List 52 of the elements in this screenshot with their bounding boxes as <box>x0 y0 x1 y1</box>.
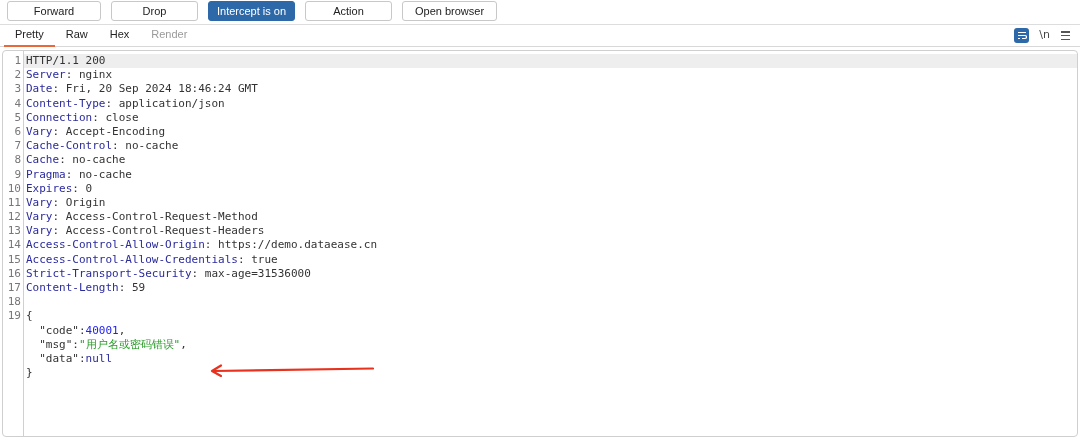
line-number: 3 <box>14 82 21 97</box>
code-line: Access-Control-Allow-Origin: https://demo.dataease.cn <box>26 238 377 252</box>
line-number: 1 <box>14 54 21 69</box>
code-line: Connection: close <box>26 110 139 124</box>
toolbar-button[interactable]: Open browser <box>402 1 497 21</box>
line-number: 7 <box>14 139 21 154</box>
code-line: "code":40001, <box>38 323 126 337</box>
code-line: Strict-Transport-Security: max-age=31536000 <box>26 266 311 280</box>
newline-toggle[interactable]: \n <box>1038 27 1051 44</box>
line-number: 16 <box>7 266 21 281</box>
line-number: 10 <box>7 181 21 196</box>
line-number: 5 <box>14 110 21 125</box>
line-number: 2 <box>14 68 21 83</box>
toolbar-button[interactable]: Drop <box>111 1 198 21</box>
line-number: 15 <box>7 252 21 267</box>
code-line: Vary: Access-Control-Request-Method <box>26 210 258 224</box>
line-number: 19 <box>7 309 21 324</box>
view-tab[interactable]: Raw <box>54 24 99 47</box>
code-line: Pragma: no-cache <box>26 167 132 181</box>
menu-icon[interactable] <box>1061 31 1070 40</box>
line-number: 12 <box>7 210 21 225</box>
toolbar-button[interactable]: Intercept is on <box>208 1 295 21</box>
code-line: Cache-Control: no-cache <box>26 139 179 153</box>
line-number: 8 <box>14 153 21 168</box>
code-line: "data":null <box>38 351 113 365</box>
code-line: Server: nginx <box>26 68 113 82</box>
code-line: HTTP/1.1 200 <box>26 54 106 67</box>
code-line: Cache: no-cache <box>26 153 126 167</box>
line-number: 9 <box>14 167 21 182</box>
view-tab[interactable]: Pretty <box>4 24 55 47</box>
line-number: 4 <box>14 96 21 111</box>
line-number: 6 <box>14 124 21 140</box>
line-number: 13 <box>7 224 21 239</box>
code-line: "msg":"用户名或密码错误", <box>38 337 187 351</box>
code-line: Vary: Origin <box>26 195 106 209</box>
wrap-lines-icon[interactable] <box>1014 28 1030 43</box>
code-line: { <box>26 309 33 323</box>
code-line: Date: Fri, 20 Sep 2024 18:46:24 GMT <box>26 82 258 96</box>
code-line: Access-Control-Allow-Credentials: true <box>26 252 278 266</box>
view-tab[interactable]: Hex <box>98 24 141 47</box>
line-number: 14 <box>7 238 21 253</box>
code-line: } <box>26 366 33 380</box>
code-line: Vary: Accept-Encoding <box>26 124 166 138</box>
code-line: Vary: Access-Control-Request-Headers <box>26 224 265 238</box>
line-number: 18 <box>7 295 21 310</box>
line-number: 11 <box>7 195 21 211</box>
code-line: Content-Length: 59 <box>26 281 146 294</box>
toolbar-button[interactable]: Action <box>305 1 392 21</box>
code-line: Expires: 0 <box>26 181 93 195</box>
code-line: Content-Type: application/json <box>26 96 225 110</box>
toolbar-button[interactable]: Forward <box>7 1 101 21</box>
line-number: 17 <box>7 281 21 296</box>
